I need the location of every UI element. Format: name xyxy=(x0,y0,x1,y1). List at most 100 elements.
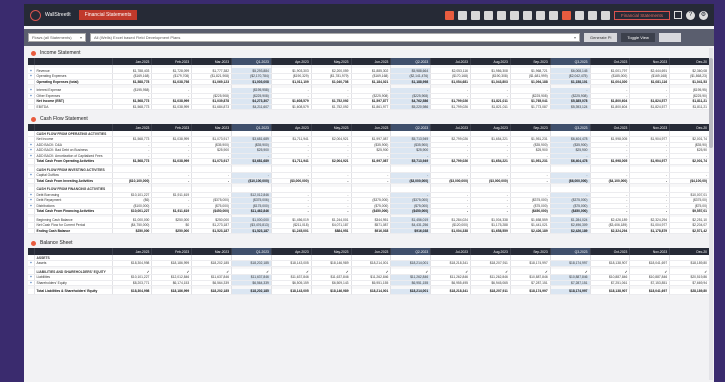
header-row: Jan-2023 Feb-2023 Mar-2023 Q1-2023 Apr-2023 M… xyxy=(28,124,710,131)
header-cell xyxy=(34,248,113,255)
column-header: Q2-2023 xyxy=(390,248,432,255)
plan-select[interactable]: All (Wells) Excel based Field Developmen… xyxy=(90,33,580,42)
column-header: Jan-2023 xyxy=(112,58,153,65)
stack-icon[interactable] xyxy=(600,10,610,20)
column-header: Q2-2023 xyxy=(390,58,432,65)
column-header: Jun-2023 xyxy=(351,124,392,131)
table-cell: $1,608,579 xyxy=(271,104,312,110)
column-header: Sep-2023 xyxy=(510,124,551,131)
table-cell: $18,186,999 xyxy=(151,288,193,295)
table-cell: $1,824,577 xyxy=(629,104,671,110)
column-header: Mar-2023 xyxy=(191,248,233,255)
statement-select-value: Flows (all Statements) xyxy=(32,35,72,40)
chart-toggle-icon[interactable] xyxy=(658,33,681,42)
column-header: Jun-2023 xyxy=(351,58,392,65)
app-window: WallStreetIt Financial Statements Financ… xyxy=(24,4,714,382)
balance-section-title: Balance Sheet xyxy=(28,238,710,248)
table-cell: $916,038 xyxy=(351,228,392,234)
flag-icon[interactable] xyxy=(561,10,571,20)
table-cell: $1,658,559 xyxy=(470,228,511,234)
column-header: Apr-2023 xyxy=(271,248,312,255)
financial-statements-button[interactable]: Financial Statements xyxy=(613,10,670,20)
table-icon[interactable] xyxy=(457,10,467,20)
collapse-dot-icon[interactable] xyxy=(31,240,36,246)
column-header: Dec-20 xyxy=(669,248,710,255)
cashflow-section-title: Cash Flow Statement xyxy=(28,114,710,124)
table-row: Total Liabilities & Shareholders' Equity… xyxy=(28,288,710,295)
table-cell: $2,324,294 xyxy=(590,228,631,234)
cashflow-title: Cash Flow Statement xyxy=(40,116,88,122)
table-cell: $4,211,607 xyxy=(231,104,272,110)
column-header: May-2023 xyxy=(311,124,352,131)
calendar-icon[interactable] xyxy=(483,10,493,20)
table-cell: $1,800,604 xyxy=(590,104,631,110)
window-icon[interactable] xyxy=(674,11,682,19)
column-header: Apr-2023 xyxy=(271,124,312,131)
table-cell: $18,202,185 xyxy=(191,288,233,295)
balance-table: Jan-2023 Feb-2023 Mar-2023 Q1-2023 Apr-2023 M… xyxy=(28,248,710,295)
trend-icon[interactable] xyxy=(535,10,545,20)
scrollbar-thumb[interactable] xyxy=(709,58,713,148)
column-header: May-2023 xyxy=(311,248,352,255)
grid-icon[interactable] xyxy=(509,10,519,20)
vertical-scrollbar[interactable] xyxy=(709,48,713,380)
income-table: Jan-2023 Feb-2023 Mar-2023 Q1-2023 Apr-2023 M… xyxy=(28,58,710,110)
row-label: Ending Cash Balance xyxy=(34,228,113,234)
table-cell: $1,799,026 xyxy=(430,104,472,110)
column-header: Sep-2023 xyxy=(510,248,551,255)
balance-title: Balance Sheet xyxy=(40,240,73,246)
table-cell: $2,426,189 xyxy=(510,228,551,234)
column-header: Sep-2023 xyxy=(510,58,551,65)
column-header: Feb-2023 xyxy=(151,248,193,255)
collapse-dot-icon[interactable] xyxy=(31,50,36,56)
column-header: Oct-2023 xyxy=(590,248,631,255)
table-cell: $1,523,187 xyxy=(231,228,272,234)
column-header: Mar-2023 xyxy=(191,58,233,65)
column-header: Aug-2023 xyxy=(470,248,511,255)
column-header: May-2023 xyxy=(311,58,352,65)
table-cell: $1,038,999 xyxy=(151,104,193,110)
help-icon[interactable]: ? xyxy=(686,10,695,20)
column-header: Oct-2023 xyxy=(590,124,631,131)
clock-icon[interactable] xyxy=(548,10,558,20)
table-row: Ending Cash Balance $250,000 $250,000 $1,52… xyxy=(28,228,710,234)
column-header: Oct-2023 xyxy=(590,58,631,65)
column-header: Q2-2023 xyxy=(390,124,432,131)
columns-icon[interactable] xyxy=(574,10,584,20)
column-header: Q1-2023 xyxy=(231,124,272,131)
table-cell: $1,861,977 xyxy=(351,104,392,110)
table-cell: $18,174,997 xyxy=(550,288,591,295)
table-cell: $18,174,997 xyxy=(510,288,551,295)
table-cell: $2,426,189 xyxy=(550,228,591,234)
mail-icon[interactable] xyxy=(522,10,532,20)
bar-chart-icon[interactable] xyxy=(444,10,454,20)
column-header: Apr-2023 xyxy=(271,58,312,65)
table-cell: $1,752,092 xyxy=(311,104,352,110)
building-icon[interactable] xyxy=(587,10,597,20)
column-header: Nov-2023 xyxy=(629,124,671,131)
table-cell: $18,146,989 xyxy=(311,288,352,295)
toggle-view-button[interactable]: Toggle View xyxy=(621,33,655,42)
row-label: Total Liabilities & Shareholders' Equity xyxy=(34,288,113,295)
table-cell: $5,393,124 xyxy=(550,104,591,110)
plan-select-value: All (Wells) Excel based Field Developmen… xyxy=(94,35,181,40)
app-title-tab[interactable]: Financial Statements xyxy=(78,10,138,20)
collapse-dot-icon[interactable] xyxy=(31,116,36,122)
document-icon[interactable] xyxy=(470,10,480,20)
statement-select[interactable]: Flows (all Statements) ▾ xyxy=(28,33,86,42)
table-cell: $18,214,001 xyxy=(351,288,392,295)
table-cell: $1,245,001 xyxy=(271,228,312,234)
column-header: Dec-20 xyxy=(669,124,710,131)
column-header: Jul-2023 xyxy=(430,58,472,65)
table-cell: $1,821,011 xyxy=(470,104,511,110)
column-header: Mar-2023 xyxy=(191,124,233,131)
table-cell: $1,523,187 xyxy=(191,228,233,234)
statements-content: Income Statement Jan-2023 Feb-2023 Mar-202… xyxy=(28,48,710,382)
table-cell: $1,684,873 xyxy=(191,104,233,110)
list-icon[interactable] xyxy=(496,10,506,20)
settings-icon[interactable]: ⚙ xyxy=(699,10,708,20)
table-cell: $916,038 xyxy=(390,228,432,234)
header-cell xyxy=(34,58,113,65)
generate-button[interactable]: Generate Pl xyxy=(584,33,618,42)
header-row: Jan-2023 Feb-2023 Mar-2023 Q1-2023 Apr-2023 M… xyxy=(28,248,710,255)
